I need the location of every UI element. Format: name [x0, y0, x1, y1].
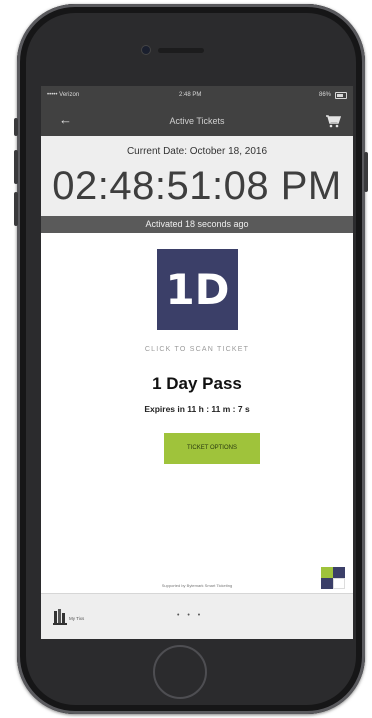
- battery-percent: 86%: [318, 92, 331, 98]
- current-date-panel: Current Date: October 18, 2016 02:48:51:…: [41, 136, 353, 216]
- carrier-label: ••••• Verizon: [47, 92, 80, 98]
- home-button[interactable]: [153, 645, 207, 699]
- volume-up-button: [14, 150, 18, 184]
- battery-icon: [335, 92, 347, 99]
- activated-status: Activated 18 seconds ago: [41, 216, 353, 233]
- page-title: Active Tickets: [169, 116, 225, 126]
- brand-logo: [321, 567, 345, 589]
- mute-switch: [14, 118, 18, 136]
- current-date-label: Current Date: October 18, 2016: [126, 146, 268, 157]
- power-button: [364, 152, 368, 192]
- live-clock: 02:48:51:08 PM: [52, 164, 342, 208]
- my-tickets-label[interactable]: My Tixs: [69, 616, 84, 621]
- ticket-stack-icon[interactable]: [53, 609, 67, 625]
- nav-bar: ← Active Tickets: [41, 106, 353, 136]
- pass-name: 1 Day Pass: [152, 374, 242, 393]
- earpiece-speaker: [158, 48, 204, 53]
- scan-ticket-label[interactable]: CLICK TO SCAN TICKET: [41, 346, 353, 353]
- front-camera: [142, 46, 150, 54]
- phone-screen: ••••• Verizon 2:48 PM 86% ← Active Ticke…: [41, 86, 353, 639]
- status-bar: ••••• Verizon 2:48 PM 86%: [41, 86, 353, 106]
- ticket-options-button[interactable]: TICKET OPTIONS: [164, 433, 260, 464]
- expiry-countdown: Expires in 11 h : 11 m : 7 s: [144, 404, 250, 414]
- ticket-logo-button[interactable]: 1D: [157, 249, 238, 330]
- page-dots[interactable]: • • •: [177, 612, 203, 619]
- footer-credit: Supported by Bytemark Smart Ticketing: [161, 583, 233, 588]
- bottom-bar: My Tixs • • •: [41, 593, 353, 639]
- status-time: 2:48 PM: [179, 92, 202, 98]
- volume-down-button: [14, 192, 18, 226]
- cart-icon[interactable]: [325, 114, 341, 128]
